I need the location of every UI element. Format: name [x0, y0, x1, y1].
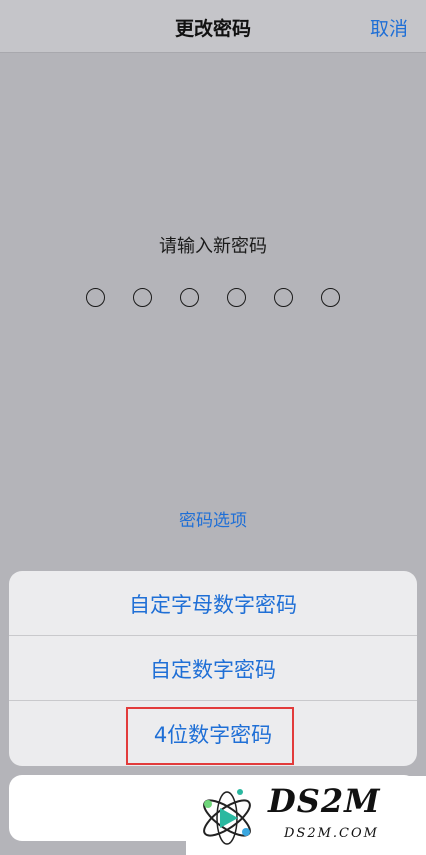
nav-bar: 更改密码 取消 [0, 0, 426, 53]
passcode-dot [321, 288, 340, 307]
page-title: 更改密码 [174, 18, 251, 40]
watermark: DS2M DS2M.COM [186, 776, 426, 855]
passcode-dot [133, 288, 152, 307]
watermark-text: DS2M [268, 782, 381, 820]
atom-logo-icon [203, 789, 251, 845]
highlight-box [126, 707, 294, 765]
passcode-options-link[interactable]: 密码选项 [0, 506, 426, 531]
passcode-dots [0, 288, 426, 307]
option-custom-alphanumeric[interactable]: 自定字母数字密码 [9, 571, 417, 636]
passcode-prompt: 请输入新密码 [159, 236, 267, 257]
passcode-dot [180, 288, 199, 307]
option-custom-numeric[interactable]: 自定数字密码 [9, 636, 417, 701]
passcode-dot [227, 288, 246, 307]
passcode-dot [86, 288, 105, 307]
passcode-dot [274, 288, 293, 307]
cancel-button[interactable]: 取消 [370, 14, 408, 41]
watermark-subtext: DS2M.COM [284, 826, 379, 841]
